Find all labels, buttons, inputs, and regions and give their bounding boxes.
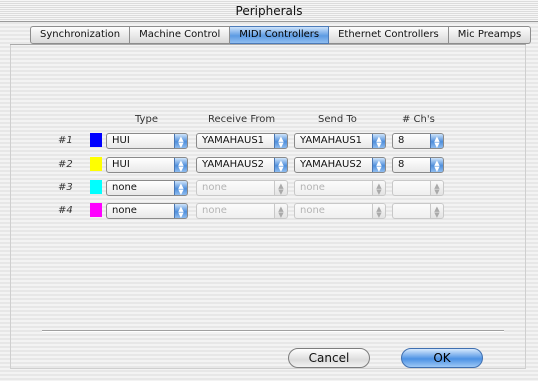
send-to-value: YAMAHAUS2 [300, 159, 363, 170]
receive-from-value: YAMAHAUS1 [202, 135, 265, 146]
popup-arrows-icon: ▲ ▼ [430, 181, 443, 195]
column-header-channels: # Ch's [402, 114, 435, 125]
tab-bar: Synchronization Machine Control MIDI Con… [30, 26, 532, 44]
channels-value: 8 [398, 135, 405, 146]
tab-synchronization[interactable]: Synchronization [30, 26, 131, 44]
footer-divider [42, 330, 504, 332]
tab-mic-preamps[interactable]: Mic Preamps [448, 26, 532, 44]
channels-popup[interactable]: 8 ▲ ▼ [392, 133, 444, 149]
column-header-type: Type [135, 114, 158, 125]
row-label: #1 [58, 135, 73, 146]
popup-arrows-icon: ▲ ▼ [274, 204, 287, 218]
row-label: #4 [58, 205, 73, 216]
channels-value: 8 [398, 159, 405, 170]
popup-arrows-icon: ▲ ▼ [174, 204, 187, 218]
popup-arrows-icon: ▲ ▼ [372, 181, 385, 195]
popup-arrows-icon: ▲ ▼ [174, 134, 187, 148]
popup-arrows-icon: ▲ ▼ [430, 158, 443, 172]
popup-arrows-icon: ▲ ▼ [372, 204, 385, 218]
column-header-send-to: Send To [318, 114, 357, 125]
receive-from-value: none [202, 205, 227, 216]
receive-from-popup[interactable]: YAMAHAUS1 ▲ ▼ [196, 133, 288, 149]
type-value: HUI [112, 159, 130, 170]
cancel-button[interactable]: Cancel [288, 348, 370, 368]
receive-from-value: none [202, 182, 227, 193]
popup-arrows-icon: ▲ ▼ [430, 204, 443, 218]
type-popup[interactable]: none ▲ ▼ [106, 203, 188, 219]
receive-from-value: YAMAHAUS2 [202, 159, 265, 170]
receive-from-popup[interactable]: YAMAHAUS2 ▲ ▼ [196, 157, 288, 173]
popup-arrows-icon: ▲ ▼ [274, 158, 287, 172]
color-swatch[interactable] [90, 157, 102, 171]
window-title: Peripherals [235, 4, 303, 18]
receive-from-popup: none ▲ ▼ [196, 203, 288, 219]
popup-arrows-icon: ▲ ▼ [372, 158, 385, 172]
row-label: #2 [58, 159, 73, 170]
send-to-value: none [300, 182, 325, 193]
send-to-popup: none ▲ ▼ [294, 180, 386, 196]
type-value: none [112, 205, 137, 216]
receive-from-popup: none ▲ ▼ [196, 180, 288, 196]
popup-arrows-icon: ▲ ▼ [274, 181, 287, 195]
tab-ethernet-controllers[interactable]: Ethernet Controllers [329, 26, 449, 44]
type-popup[interactable]: none ▲ ▼ [106, 180, 188, 196]
row-label: #3 [58, 182, 73, 193]
tab-machine-control[interactable]: Machine Control [130, 26, 231, 44]
send-to-popup: none ▲ ▼ [294, 203, 386, 219]
popup-arrows-icon: ▲ ▼ [274, 134, 287, 148]
channels-popup: ▲ ▼ [392, 203, 444, 219]
color-swatch[interactable] [90, 133, 102, 147]
send-to-value: none [300, 205, 325, 216]
type-value: none [112, 182, 137, 193]
channels-popup: ▲ ▼ [392, 180, 444, 196]
channels-popup[interactable]: 8 ▲ ▼ [392, 157, 444, 173]
column-header-receive-from: Receive From [208, 114, 276, 125]
tab-midi-controllers[interactable]: MIDI Controllers [230, 26, 330, 44]
send-to-popup[interactable]: YAMAHAUS2 ▲ ▼ [294, 157, 386, 173]
ok-button[interactable]: OK [401, 348, 483, 368]
send-to-value: YAMAHAUS1 [300, 135, 363, 146]
color-swatch[interactable] [90, 203, 102, 217]
color-swatch[interactable] [90, 180, 102, 194]
type-popup[interactable]: HUI ▲ ▼ [106, 133, 188, 149]
popup-arrows-icon: ▲ ▼ [174, 181, 187, 195]
popup-arrows-icon: ▲ ▼ [372, 134, 385, 148]
popup-arrows-icon: ▲ ▼ [430, 134, 443, 148]
popup-arrows-icon: ▲ ▼ [174, 158, 187, 172]
title-bar: Peripherals [0, 0, 538, 22]
type-value: HUI [112, 135, 130, 146]
send-to-popup[interactable]: YAMAHAUS1 ▲ ▼ [294, 133, 386, 149]
type-popup[interactable]: HUI ▲ ▼ [106, 157, 188, 173]
